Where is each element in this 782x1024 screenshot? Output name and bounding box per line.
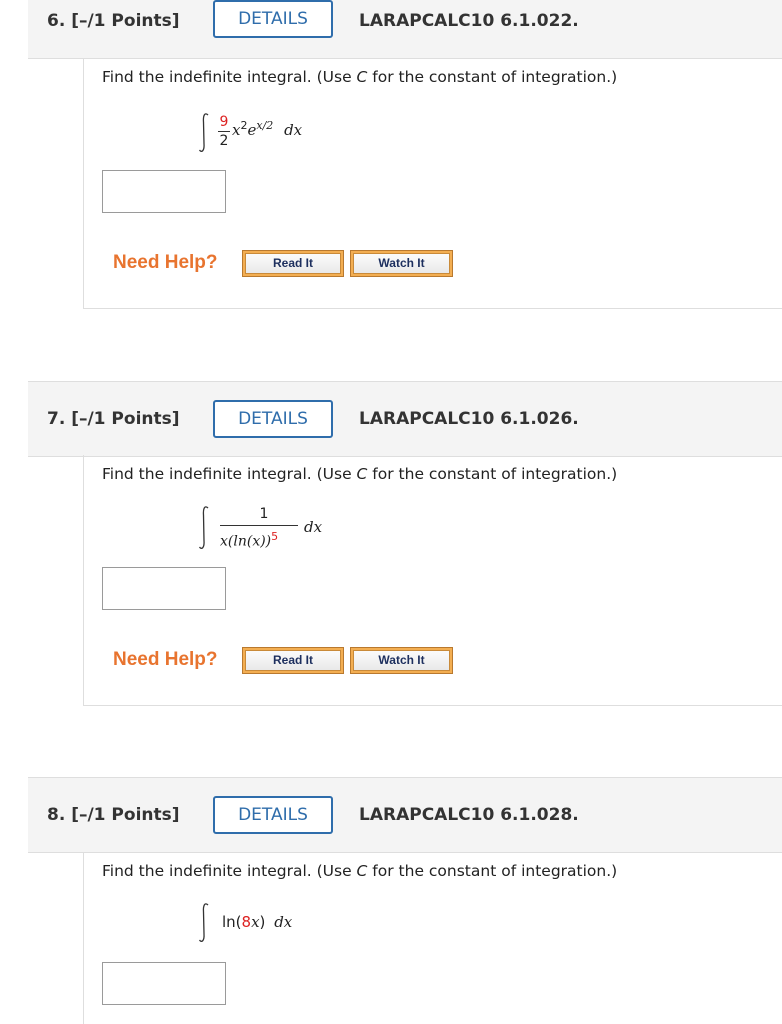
coefficient-numerator: 9 — [219, 114, 229, 130]
fraction-numerator: 1 — [259, 506, 269, 522]
differential: dx — [284, 121, 303, 139]
details-button[interactable]: DETAILS — [213, 0, 333, 38]
question-header: 7. [–/1 Points] DETAILS LARAPCALC10 6.1.… — [28, 381, 782, 457]
question-reference: LARAPCALC10 6.1.026. — [359, 409, 579, 429]
integral-sign-icon — [198, 113, 209, 152]
need-help-label: Need Help? — [113, 252, 218, 273]
read-it-button[interactable]: Read It — [242, 647, 344, 674]
integral-sign-icon — [198, 506, 209, 549]
question-body: Find the indefinite integral. (Use C for… — [83, 58, 782, 309]
fraction-denominator: x(ln(x))5 — [220, 530, 279, 550]
read-it-button[interactable]: Read It — [242, 250, 344, 277]
differential: dx — [304, 518, 323, 536]
question-number: 8. [–/1 Points] — [47, 805, 180, 825]
question-body: Find the indefinite integral. (Use C for… — [83, 455, 782, 706]
question-header: 6. [–/1 Points] DETAILS LARAPCALC10 6.1.… — [28, 0, 782, 59]
question-header: 8. [–/1 Points] DETAILS LARAPCALC10 6.1.… — [28, 777, 782, 853]
question-prompt: Find the indefinite integral. (Use C for… — [102, 68, 618, 86]
answer-input[interactable] — [102, 170, 226, 213]
need-help-label: Need Help? — [113, 649, 218, 670]
coefficient-denominator: 2 — [219, 133, 229, 149]
watch-it-button[interactable]: Watch It — [350, 250, 453, 277]
log-coefficient: 8 — [241, 913, 252, 931]
question-reference: LARAPCALC10 6.1.028. — [359, 805, 579, 825]
differential: dx — [274, 913, 293, 931]
details-button[interactable]: DETAILS — [213, 400, 333, 438]
integral-sign-icon — [198, 903, 209, 942]
details-button[interactable]: DETAILS — [213, 796, 333, 834]
watch-it-button[interactable]: Watch It — [350, 647, 453, 674]
divider — [84, 308, 782, 309]
question-body: Find the indefinite integral. (Use C for… — [83, 852, 782, 1024]
question-prompt: Find the indefinite integral. (Use C for… — [102, 862, 618, 880]
answer-input[interactable] — [102, 567, 226, 610]
question-reference: LARAPCALC10 6.1.022. — [359, 11, 579, 31]
question-number: 7. [–/1 Points] — [47, 409, 180, 429]
question-prompt: Find the indefinite integral. (Use C for… — [102, 465, 618, 483]
question-number: 6. [–/1 Points] — [47, 11, 180, 31]
answer-input[interactable] — [102, 962, 226, 1005]
divider — [84, 705, 782, 706]
